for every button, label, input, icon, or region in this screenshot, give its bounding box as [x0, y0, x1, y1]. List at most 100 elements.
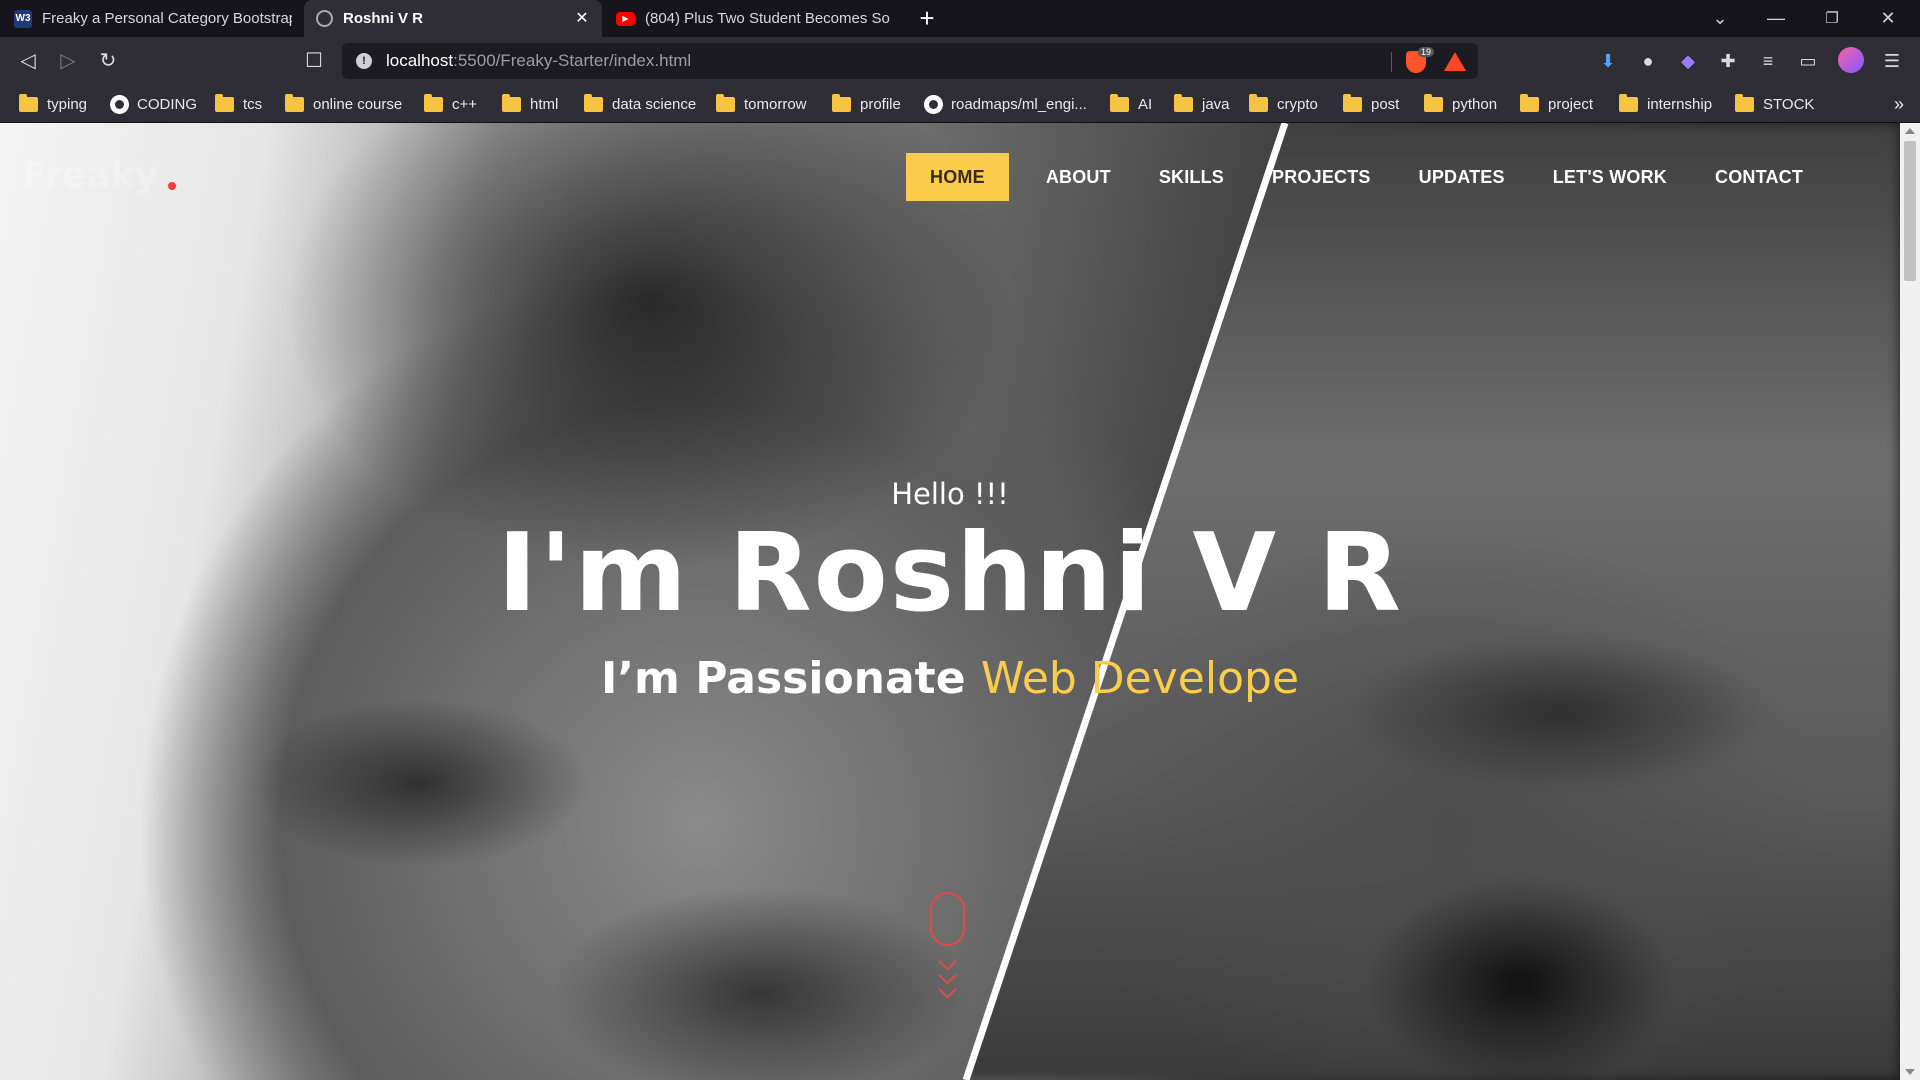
- bookmark-label: c++: [452, 95, 478, 113]
- tab-list-chevron-icon[interactable]: ⌄: [1692, 0, 1748, 37]
- nav-about[interactable]: ABOUT: [1022, 153, 1135, 201]
- divider: [1391, 52, 1392, 72]
- folder-icon: [424, 93, 443, 112]
- bookmark-python[interactable]: python: [1424, 85, 1497, 123]
- tab-roshni-active[interactable]: Roshni V R ✕: [304, 0, 602, 37]
- nav-lets-work[interactable]: LET'S WORK: [1529, 153, 1691, 201]
- folder-icon: [1110, 93, 1129, 112]
- bookmark-java[interactable]: java: [1174, 85, 1230, 123]
- bookmark-crypto[interactable]: crypto: [1249, 85, 1318, 123]
- tab-strip: W3 Freaky a Personal Category Bootstrap …: [0, 0, 1920, 37]
- new-tab-button[interactable]: +: [912, 4, 942, 34]
- wallet-icon[interactable]: ▭: [1794, 47, 1822, 75]
- bookmark-label: typing: [47, 95, 88, 113]
- url-text: localhost:5500/Freaky-Starter/index.html: [386, 51, 692, 70]
- bookmark-html[interactable]: html: [502, 85, 558, 123]
- back-button[interactable]: ◁: [12, 45, 44, 77]
- github-icon: [924, 94, 943, 114]
- bookmark-profile[interactable]: profile: [832, 85, 901, 123]
- tab-title: Roshni V R: [343, 10, 424, 27]
- folder-icon: [832, 93, 851, 112]
- folder-icon: [502, 93, 521, 112]
- tab-freaky-template[interactable]: W3 Freaky a Personal Category Bootstrap: [2, 0, 304, 37]
- playlist-icon[interactable]: ≡: [1754, 47, 1782, 75]
- bookmark-typing[interactable]: typing: [19, 85, 87, 123]
- nav-projects[interactable]: PROJECTS: [1248, 153, 1395, 201]
- bookmark-post[interactable]: post: [1343, 85, 1399, 123]
- scroll-down-arrow-icon[interactable]: [1905, 1069, 1915, 1075]
- globe-icon: [316, 10, 333, 27]
- hero-tagline: I’m Passionate Web Develope: [0, 653, 1900, 704]
- address-bar[interactable]: ! localhost:5500/Freaky-Starter/index.ht…: [342, 43, 1478, 79]
- bookmark-coding[interactable]: CODING: [110, 85, 197, 123]
- profile-avatar[interactable]: [1838, 47, 1864, 73]
- extension-mouse-icon[interactable]: ●: [1634, 47, 1662, 75]
- bookmark-label: project: [1548, 95, 1594, 113]
- hero-name: I'm Roshni V R: [497, 511, 1403, 636]
- tab-title: (804) Plus Two Student Becomes Softw: [645, 10, 890, 27]
- close-icon[interactable]: ✕: [574, 10, 590, 27]
- bookmark-label: tomorrow: [744, 95, 807, 113]
- folder-icon: [1735, 93, 1754, 112]
- nav-home[interactable]: HOME: [906, 153, 1009, 201]
- bookmark-label: python: [1452, 95, 1498, 113]
- restore-button[interactable]: ❐: [1804, 0, 1860, 37]
- bookmark-label: online course: [313, 95, 403, 113]
- download-icon[interactable]: ⬇: [1594, 47, 1622, 75]
- folder-icon: [1619, 93, 1638, 112]
- nav-skills[interactable]: SKILLS: [1135, 153, 1248, 201]
- minimize-button[interactable]: —: [1748, 0, 1804, 37]
- w3-icon: W3: [14, 9, 32, 28]
- tab-title: Freaky a Personal Category Bootstrap: [42, 10, 292, 27]
- bookmark-ai[interactable]: AI: [1110, 85, 1152, 123]
- folder-icon: [1249, 93, 1268, 112]
- scroll-thumb[interactable]: [1904, 141, 1916, 281]
- bookmark-label: STOCK: [1763, 95, 1815, 113]
- site-logo[interactable]: Freaky: [22, 155, 158, 196]
- page-viewport: Freaky HOME ABOUT SKILLS PROJECTS UPDATE…: [0, 123, 1900, 1080]
- folder-icon: [716, 93, 735, 112]
- folder-icon: [1174, 93, 1193, 112]
- bookmark-label: tcs: [243, 95, 263, 113]
- bookmark-label: profile: [860, 95, 901, 113]
- page-scrollbar[interactable]: [1900, 123, 1920, 1080]
- bookmark-cpp[interactable]: c++: [424, 85, 477, 123]
- folder-icon: [1343, 93, 1362, 112]
- tagline-prefix: I’m Passionate: [600, 653, 981, 704]
- tab-youtube[interactable]: ▶ (804) Plus Two Student Becomes Softw: [604, 0, 902, 37]
- scroll-mouse-icon[interactable]: [930, 892, 965, 946]
- reload-button[interactable]: ↻: [92, 45, 124, 77]
- bookmark-internship[interactable]: internship: [1619, 85, 1712, 123]
- nav-updates[interactable]: UPDATES: [1395, 153, 1529, 201]
- brave-rewards-icon[interactable]: [1444, 52, 1466, 71]
- bookmark-label: roadmaps/ml_engi...: [951, 95, 1087, 113]
- extension-purple-icon[interactable]: ◆: [1674, 47, 1702, 75]
- bookmark-data-science[interactable]: data science: [584, 85, 696, 123]
- bookmark-label: internship: [1647, 95, 1713, 113]
- shield-count-badge: 19: [1417, 47, 1434, 57]
- bookmark-roadmaps[interactable]: roadmaps/ml_engi...: [924, 85, 1087, 123]
- bookmark-label: AI: [1138, 95, 1153, 113]
- browser-toolbar: ◁ ▷ ↻ ☐ ! localhost:5500/Freaky-Starter/…: [0, 37, 1920, 85]
- github-icon: [110, 94, 129, 114]
- folder-icon: [19, 93, 38, 112]
- menu-icon[interactable]: ☰: [1878, 47, 1906, 75]
- info-icon[interactable]: !: [356, 53, 372, 69]
- bookmark-project[interactable]: project: [1520, 85, 1593, 123]
- bookmark-stock[interactable]: STOCK: [1735, 85, 1814, 123]
- more-bookmarks-chevron-icon[interactable]: »: [1894, 85, 1904, 123]
- bookmark-icon[interactable]: ☐: [298, 45, 330, 77]
- bookmark-tcs[interactable]: tcs: [215, 85, 262, 123]
- close-window-button[interactable]: ✕: [1860, 0, 1916, 37]
- logo-dot: [168, 182, 176, 190]
- site-nav: HOME ABOUT SKILLS PROJECTS UPDATES LET'S…: [906, 153, 1827, 201]
- bookmark-label: crypto: [1277, 95, 1318, 113]
- bookmark-label: post: [1371, 95, 1400, 113]
- bookmark-tomorrow[interactable]: tomorrow: [716, 85, 807, 123]
- extensions-puzzle-icon[interactable]: ✚: [1714, 47, 1742, 75]
- forward-button[interactable]: ▷: [52, 45, 84, 77]
- scroll-up-arrow-icon[interactable]: [1905, 128, 1915, 134]
- nav-contact[interactable]: CONTACT: [1691, 153, 1827, 201]
- bookmark-online-course[interactable]: online course: [285, 85, 402, 123]
- folder-icon: [1424, 93, 1443, 112]
